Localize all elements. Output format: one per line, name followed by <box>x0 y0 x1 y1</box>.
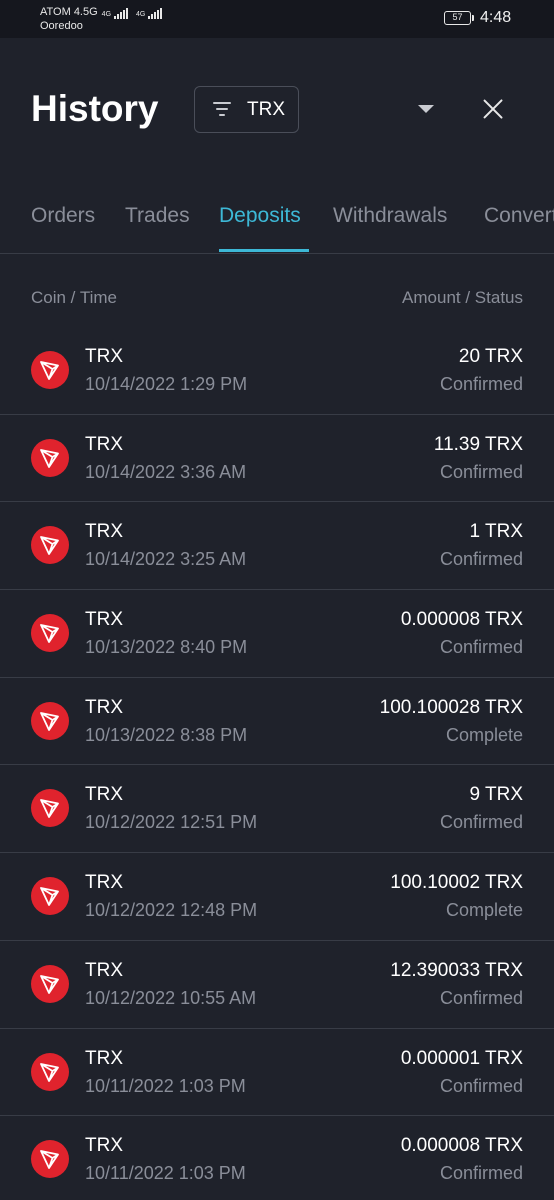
deposit-status: Confirmed <box>439 987 523 1008</box>
deposit-status: Complete <box>445 724 523 745</box>
filter-icon <box>213 101 231 117</box>
battery-icon: 57 <box>444 11 474 25</box>
deposit-status: Confirmed <box>439 637 523 658</box>
deposit-time: 10/14/2022 3:25 AM <box>85 549 247 570</box>
history-tabs: Orders Trades Deposits Withdrawals Conve… <box>0 196 554 253</box>
coin-name: TRX <box>85 521 123 543</box>
trx-coin-icon <box>31 789 69 828</box>
deposit-time: 10/12/2022 12:51 PM <box>85 812 258 833</box>
deposit-amount: 20 TRX <box>458 346 523 367</box>
status-clock: 4:48 <box>480 9 512 26</box>
deposit-time: 10/12/2022 10:55 AM <box>85 987 257 1008</box>
deposit-row[interactable]: TRX 10/12/2022 12:48 PM 100.10002 TRX Compl… <box>0 853 554 941</box>
coin-name: TRX <box>85 1047 123 1069</box>
page-title: History <box>31 88 159 129</box>
trx-coin-icon <box>31 438 69 477</box>
deposit-row[interactable]: TRX 10/13/2022 8:40 PM 0.000008 TRX Confirm… <box>0 590 554 678</box>
deposit-status: Confirmed <box>439 812 523 833</box>
deposit-row[interactable]: TRX 10/14/2022 1:29 PM 20 TRX Confirmed <box>0 327 554 415</box>
deposit-status: Confirmed <box>439 1163 523 1184</box>
deposit-amount: 100.10002 TRX <box>390 872 523 894</box>
coin-name: TRX <box>85 872 123 894</box>
deposit-amount: 0.000001 TRX <box>400 1047 523 1069</box>
coin-name: TRX <box>85 1135 123 1157</box>
deposit-row[interactable]: TRX 10/12/2022 12:51 PM 9 TRX Confirmed <box>0 765 554 854</box>
coin-name: TRX <box>85 346 123 367</box>
coin-name: TRX <box>85 609 123 631</box>
deposit-amount: 0.000008 TRX <box>400 1135 523 1157</box>
deposit-list: TRX 10/14/2022 1:29 PM 20 TRX Confirmed TRX 1… <box>0 327 554 1200</box>
battery-level: 57 <box>444 11 471 25</box>
trx-coin-icon <box>31 614 69 653</box>
carrier-primary: ATOM 4.5G <box>40 6 98 18</box>
deposit-row[interactable]: TRX 10/14/2022 3:36 AM 11.39 TRX Confirmed <box>0 415 554 503</box>
deposit-time: 10/14/2022 3:36 AM <box>85 461 247 482</box>
deposit-row[interactable]: TRX 10/14/2022 3:25 AM 1 TRX Confirmed <box>0 502 554 591</box>
deposit-time: 10/13/2022 8:38 PM <box>85 724 248 745</box>
coin-filter-button[interactable]: TRX <box>194 86 299 133</box>
deposit-amount: 1 TRX <box>469 521 523 543</box>
divider <box>0 253 554 254</box>
deposit-status: Confirmed <box>439 1075 523 1096</box>
deposit-time: 10/13/2022 8:40 PM <box>85 637 248 658</box>
filter-label: TRX <box>247 99 285 120</box>
deposit-time: 10/11/2022 1:03 PM <box>85 1075 246 1096</box>
deposit-row[interactable]: TRX 10/11/2022 1:03 PM 0.000001 TRX Confirm… <box>0 1029 554 1117</box>
deposit-time: 10/14/2022 1:29 PM <box>85 374 248 394</box>
active-tab-indicator <box>219 249 309 252</box>
tab-convert[interactable]: Convert <box>484 204 554 228</box>
deposit-status: Confirmed <box>439 549 523 570</box>
deposit-status: Confirmed <box>439 461 523 482</box>
trx-coin-icon <box>31 877 69 916</box>
column-header-amount-status: Amount / Status <box>402 288 523 307</box>
coin-name: TRX <box>85 959 123 981</box>
deposit-amount: 100.100028 TRX <box>379 696 523 718</box>
deposit-amount: 0.000008 TRX <box>400 609 523 631</box>
status-bar: ATOM 4.5G 4G 4G Ooredoo 57 4:48 <box>0 0 554 38</box>
deposit-amount: 12.390033 TRX <box>390 959 523 981</box>
carrier-info: ATOM 4.5G 4G 4G Ooredoo <box>40 5 163 33</box>
tab-deposits[interactable]: Deposits <box>219 204 301 228</box>
deposit-status: Confirmed <box>439 374 523 394</box>
trx-coin-icon <box>31 1052 69 1091</box>
deposit-time: 10/11/2022 1:03 PM <box>85 1163 246 1184</box>
tab-orders[interactable]: Orders <box>31 204 95 228</box>
signal-icon-2 <box>148 7 163 19</box>
deposit-row[interactable]: TRX 10/12/2022 10:55 AM 12.390033 TRX Confi… <box>0 941 554 1029</box>
close-icon[interactable] <box>482 98 504 120</box>
trx-coin-icon <box>31 964 69 1003</box>
deposit-row[interactable]: TRX 10/11/2022 1:03 PM 0.000008 TRX Confirm… <box>0 1116 554 1200</box>
coin-name: TRX <box>85 696 123 718</box>
tab-withdrawals[interactable]: Withdrawals <box>333 204 447 228</box>
tab-trades[interactable]: Trades <box>125 204 190 228</box>
trx-coin-icon <box>31 1140 69 1179</box>
trx-coin-icon <box>31 701 69 740</box>
deposit-status: Complete <box>445 900 523 921</box>
network-type-2: 4G <box>136 11 146 18</box>
chevron-down-icon[interactable] <box>418 105 434 113</box>
coin-name: TRX <box>85 433 123 455</box>
carrier-secondary: Ooredoo <box>40 20 83 32</box>
network-type-1: 4G <box>101 11 112 18</box>
coin-name: TRX <box>85 784 123 806</box>
trx-coin-icon <box>31 526 69 565</box>
deposit-amount: 9 TRX <box>469 784 523 806</box>
trx-coin-icon <box>31 351 69 389</box>
column-header-coin-time: Coin / Time <box>31 288 117 307</box>
deposit-time: 10/12/2022 12:48 PM <box>85 900 258 921</box>
signal-icon <box>114 7 129 19</box>
deposit-row[interactable]: TRX 10/13/2022 8:38 PM 100.100028 TRX Compl… <box>0 678 554 766</box>
deposit-amount: 11.39 TRX <box>433 433 523 455</box>
